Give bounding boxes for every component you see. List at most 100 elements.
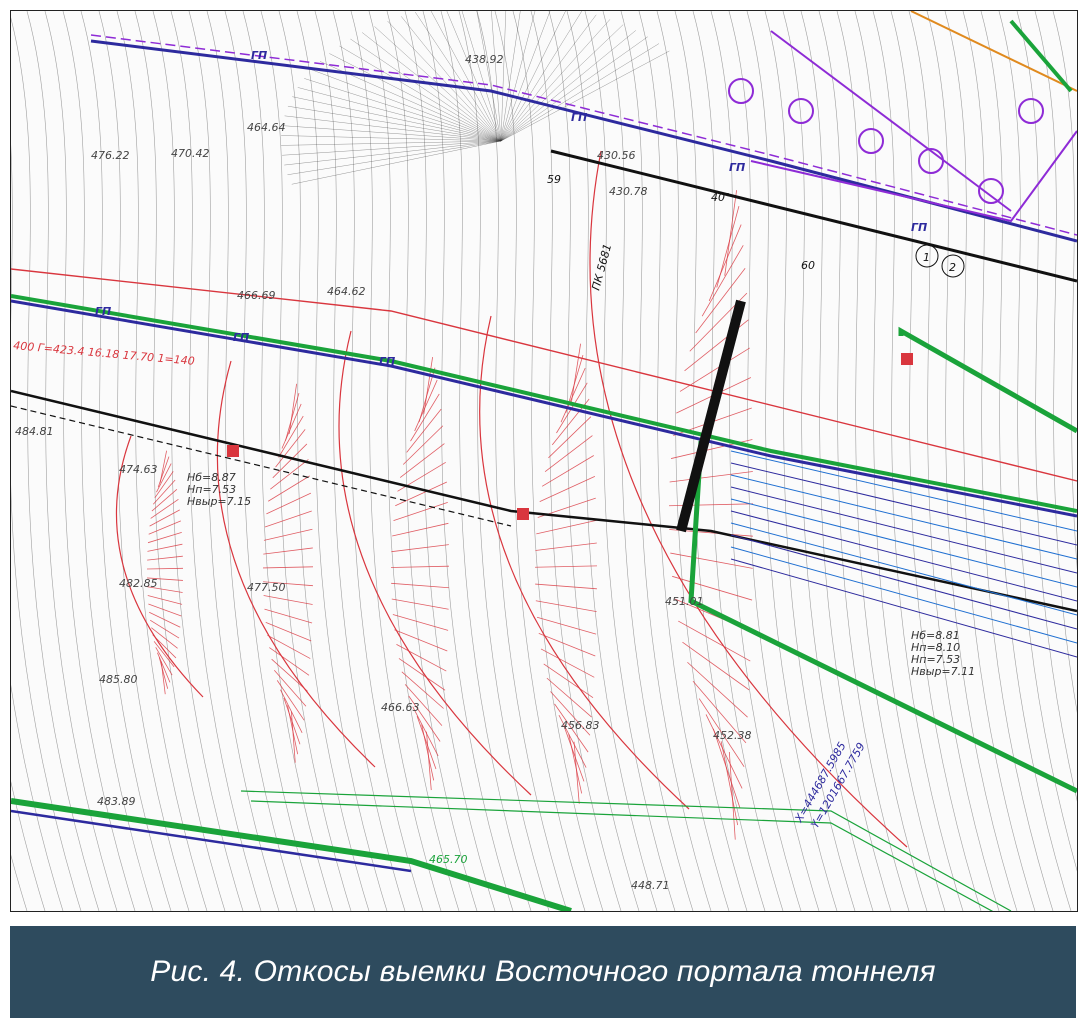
slope-hatch-line — [157, 456, 170, 488]
slope-hatch-line — [281, 403, 302, 449]
elev-label-4: 466.69 — [237, 289, 276, 302]
contour-line — [332, 11, 424, 911]
cable-bundle — [730, 510, 1077, 602]
elev-label-12: 451.01 — [665, 595, 704, 608]
contour-line — [188, 11, 280, 911]
gas-pipeline-top — [90, 39, 1077, 243]
purple-node — [858, 128, 884, 154]
slope-hatch-line — [147, 595, 183, 605]
contour-line — [494, 11, 586, 911]
purple-line-a — [750, 130, 1077, 223]
contour-line — [206, 11, 298, 911]
radial-contour — [287, 140, 502, 175]
slope-hatch-line — [536, 616, 597, 635]
tunnel-portal — [676, 299, 746, 533]
slope-hatch-line — [412, 706, 439, 757]
radial-contour — [282, 125, 502, 142]
radial-contour — [287, 105, 502, 142]
station-60: 60 — [801, 259, 815, 272]
slope-hatch-line — [263, 528, 313, 541]
slope-hatch-line — [147, 555, 183, 561]
red-boundary — [11, 268, 1077, 482]
slope-hatch-line — [573, 741, 580, 804]
gp-marker-2: ГП — [571, 111, 587, 124]
contour-lines — [11, 11, 1077, 911]
contour-line — [152, 11, 244, 911]
contour-line — [602, 11, 694, 911]
slope-hatch-line — [146, 567, 184, 570]
contour-line — [872, 11, 964, 911]
slope-hatch-line — [669, 503, 754, 507]
contour-line — [512, 11, 604, 911]
slope-hatch-line — [391, 544, 449, 553]
radial-contour — [500, 50, 670, 142]
cable-bundle — [730, 450, 1077, 532]
slope-hatch-line — [267, 475, 310, 502]
elev-label-14: 483.89 — [97, 795, 136, 808]
gp-marker-5: ГП — [379, 355, 395, 368]
contour-line — [962, 11, 1054, 911]
figure-caption-bar: Рис. 4. Откосы выемки Восточного портала… — [10, 926, 1076, 1018]
slope-hatch-line — [267, 634, 311, 659]
slope-hatch-line — [148, 520, 182, 535]
radial-contour — [500, 11, 536, 142]
circle-1-label: 1 — [923, 251, 930, 264]
slope-hatch-line — [728, 751, 736, 840]
contour-line — [62, 11, 154, 911]
radial-contour — [284, 115, 502, 142]
contour-line — [80, 11, 172, 911]
elev-label-2: 470.42 — [171, 147, 210, 160]
elev-label-8: 485.80 — [99, 673, 138, 686]
contour-line — [890, 11, 982, 911]
slope-hatch-line — [288, 383, 298, 434]
slope-hatch-line — [153, 641, 175, 668]
radial-contour — [446, 11, 502, 142]
slope-hatch-line — [535, 600, 597, 613]
circle-2-label: 2 — [949, 261, 956, 274]
cable-bundle — [730, 534, 1077, 630]
contour-line — [908, 11, 1000, 911]
radial-contour — [281, 135, 502, 142]
contour-line — [710, 11, 802, 911]
slope-hatch-line — [266, 492, 312, 515]
slope-hatch-line — [705, 714, 743, 789]
slope-hatch-line — [147, 543, 183, 552]
slope-hatch-line — [682, 641, 750, 691]
gas-pipeline-upper — [11, 299, 1077, 518]
contour-line — [296, 11, 388, 911]
slope-hatch-line — [280, 689, 303, 734]
slope-hatch-line — [392, 614, 449, 631]
green-line-topright — [1009, 19, 1073, 93]
slope-hatch-line — [264, 510, 312, 528]
elev-label-11: 456.83 — [561, 719, 600, 732]
elev-label-3: 464.64 — [247, 121, 286, 134]
elev-label-6: 474.63 — [119, 463, 158, 476]
elev-label-15: 465.70 — [429, 853, 468, 866]
purple-node — [1018, 98, 1044, 124]
elev-label-20: 484.81 — [15, 425, 54, 438]
slope-hatch-line — [669, 471, 753, 483]
slope-hatch-line — [391, 582, 449, 589]
well-marker — [517, 508, 529, 520]
contour-line — [98, 11, 190, 911]
slope-hatch-line — [535, 542, 597, 551]
radial-contour — [329, 53, 502, 142]
purple-node — [918, 148, 944, 174]
contour-line — [386, 11, 478, 911]
slope-hatch-line — [687, 661, 748, 718]
contour-line — [170, 11, 262, 911]
red-annotation: 400 Г=423.4 16.18 17.70 1=140 — [13, 339, 195, 368]
elev-label-7: 482.85 — [119, 577, 158, 590]
contour-line — [944, 11, 1036, 911]
radial-contour — [500, 11, 583, 142]
contour-line — [134, 11, 226, 911]
well-marker — [227, 445, 239, 457]
contour-line — [11, 685, 64, 911]
elev-label-18: 430.78 — [609, 185, 648, 198]
elev-label-17: 430.56 — [597, 149, 636, 162]
slope-edge — [216, 360, 376, 768]
contour-line — [854, 11, 946, 911]
slope-hatch-line — [149, 509, 180, 527]
cable-bundle — [730, 522, 1077, 616]
slope-hatch-line — [416, 716, 437, 770]
